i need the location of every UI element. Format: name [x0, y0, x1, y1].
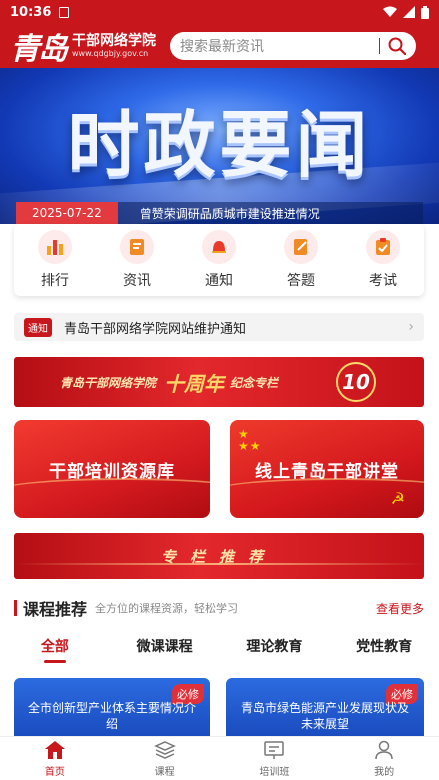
app-screen: 10:36 青岛 干部网络学院 www.qdgbjy.gov.cn 搜索最新资讯… — [0, 0, 439, 780]
tab-all[interactable]: 全部 — [0, 636, 110, 666]
news-banner[interactable]: 时政要闻 2025-07-22 曾赞荣调研品质城市建设推进情况 — [0, 68, 439, 224]
tab-theory[interactable]: 理论教育 — [220, 636, 330, 666]
tabbar-label: 培训班 — [259, 767, 290, 778]
anniversary-banner[interactable]: 青岛干部网络学院 十周年 纪念专栏 10 — [14, 357, 424, 407]
anniv-left-text: 青岛干部网络学院 — [60, 375, 157, 390]
course-card[interactable]: 必修 青岛市绿色能源产业发展现状及未来展望 — [226, 678, 424, 736]
quick-item-quiz[interactable]: 答题 — [266, 230, 336, 290]
logo-text: 干部网络学院 www.qdgbjy.gov.cn — [72, 33, 156, 59]
search-input[interactable]: 搜索最新资讯 — [170, 32, 416, 60]
tabbar-courses[interactable]: 课程 — [110, 737, 220, 780]
logo-url: www.qdgbjy.gov.cn — [72, 49, 149, 58]
quick-label: 考试 — [369, 273, 397, 289]
banner-caption[interactable]: 2025-07-22 曾赞荣调研品质城市建设推进情况 — [16, 202, 423, 224]
notice-text: 青岛干部网络学院网站维护通知 — [64, 321, 247, 337]
course-title: 青岛市绿色能源产业发展现状及未来展望 — [240, 701, 409, 731]
card-left-label: 干部培训资源库 — [49, 461, 175, 482]
wifi-icon — [383, 6, 397, 17]
notice-tag: 通知 — [24, 317, 52, 337]
quick-item-ranking[interactable]: 排行 — [20, 230, 90, 290]
search-icon[interactable] — [388, 37, 406, 55]
training-resource-card[interactable]: 干部培训资源库 — [14, 420, 210, 518]
quick-item-notice[interactable]: 通知 — [184, 230, 254, 290]
party-emblem-icon: ☭ — [390, 489, 406, 508]
column-banner[interactable]: 专栏推荐 — [14, 533, 424, 579]
tabbar-label: 课程 — [154, 767, 175, 778]
logo-calligraphy[interactable]: 青岛 — [10, 24, 68, 68]
anniv-mid-text: 十周年 — [164, 371, 225, 396]
quick-label: 排行 — [41, 273, 69, 289]
logo-name: 干部网络学院 — [72, 33, 156, 49]
signal-icon — [403, 6, 415, 18]
class-icon — [263, 739, 285, 761]
quick-label: 通知 — [205, 273, 233, 289]
ranking-icon — [38, 230, 72, 264]
section-accent-bar — [14, 600, 17, 616]
chevron-right-icon: › — [408, 319, 414, 335]
status-time: 10:36 — [10, 4, 52, 20]
status-bar: 10:36 — [0, 0, 439, 24]
tabbar-label: 首页 — [44, 767, 65, 778]
banner-title: 时政要闻 — [67, 102, 372, 187]
course-card[interactable]: 必修 全市创新型产业体系主要情况介绍 — [14, 678, 210, 736]
tabbar-training[interactable]: 培训班 — [220, 737, 330, 780]
course-title: 全市创新型产业体系主要情况介绍 — [27, 701, 196, 731]
online-lecture-card[interactable]: ★ ★★ 线上青岛干部讲堂 ☭ — [230, 420, 424, 518]
sim-icon — [59, 6, 70, 18]
bottom-tab-bar: 首页 课程 培训班 我的 — [0, 736, 439, 780]
tab-party[interactable]: 党性教育 — [329, 636, 439, 666]
anniv-badge: 10 — [336, 362, 376, 402]
course-tabs: 全部 微课课程 理论教育 党性教育 — [0, 636, 439, 666]
news-icon — [120, 230, 154, 264]
stars-icon: ★ ★★ — [238, 427, 262, 453]
quick-label: 资讯 — [123, 273, 151, 289]
column-light-line — [14, 563, 424, 565]
section-subtitle: 全方位的课程资源，轻松学习 — [95, 602, 239, 615]
card-swoosh — [14, 478, 210, 506]
anniv-right-text: 纪念专栏 — [230, 375, 279, 390]
tab-micro-course[interactable]: 微课课程 — [110, 636, 220, 666]
search-divider — [379, 38, 380, 54]
exam-icon — [366, 230, 400, 264]
card-right-label: 线上青岛干部讲堂 — [255, 461, 399, 482]
home-icon — [44, 739, 66, 761]
tabbar-home[interactable]: 首页 — [0, 737, 110, 780]
search-placeholder: 搜索最新资讯 — [180, 39, 264, 55]
user-icon — [373, 739, 395, 761]
layers-icon — [153, 739, 176, 761]
tabbar-label: 我的 — [374, 767, 395, 778]
quick-item-exam[interactable]: 考试 — [348, 230, 418, 290]
view-more-link[interactable]: 查看更多 — [376, 600, 424, 617]
section-title: 课程推荐 — [23, 600, 88, 619]
quick-item-news[interactable]: 资讯 — [102, 230, 172, 290]
quiz-icon — [284, 230, 318, 264]
quick-label: 答题 — [287, 273, 315, 289]
tabbar-mine[interactable]: 我的 — [329, 737, 439, 780]
battery-icon — [421, 5, 429, 19]
status-icons — [383, 5, 429, 19]
quick-menu: 排行 资讯 通知 答题 考试 — [14, 224, 424, 296]
banner-headline: 曾赞荣调研品质城市建设推进情况 — [139, 206, 320, 221]
bell-icon — [202, 230, 236, 264]
course-section-header: 课程推荐 全方位的课程资源，轻松学习 查看更多 — [14, 598, 424, 619]
app-header: 青岛 干部网络学院 www.qdgbjy.gov.cn 搜索最新资讯 — [0, 24, 439, 68]
notice-bar[interactable]: 通知 青岛干部网络学院网站维护通知 › — [14, 313, 424, 341]
banner-date: 2025-07-22 — [16, 202, 118, 224]
